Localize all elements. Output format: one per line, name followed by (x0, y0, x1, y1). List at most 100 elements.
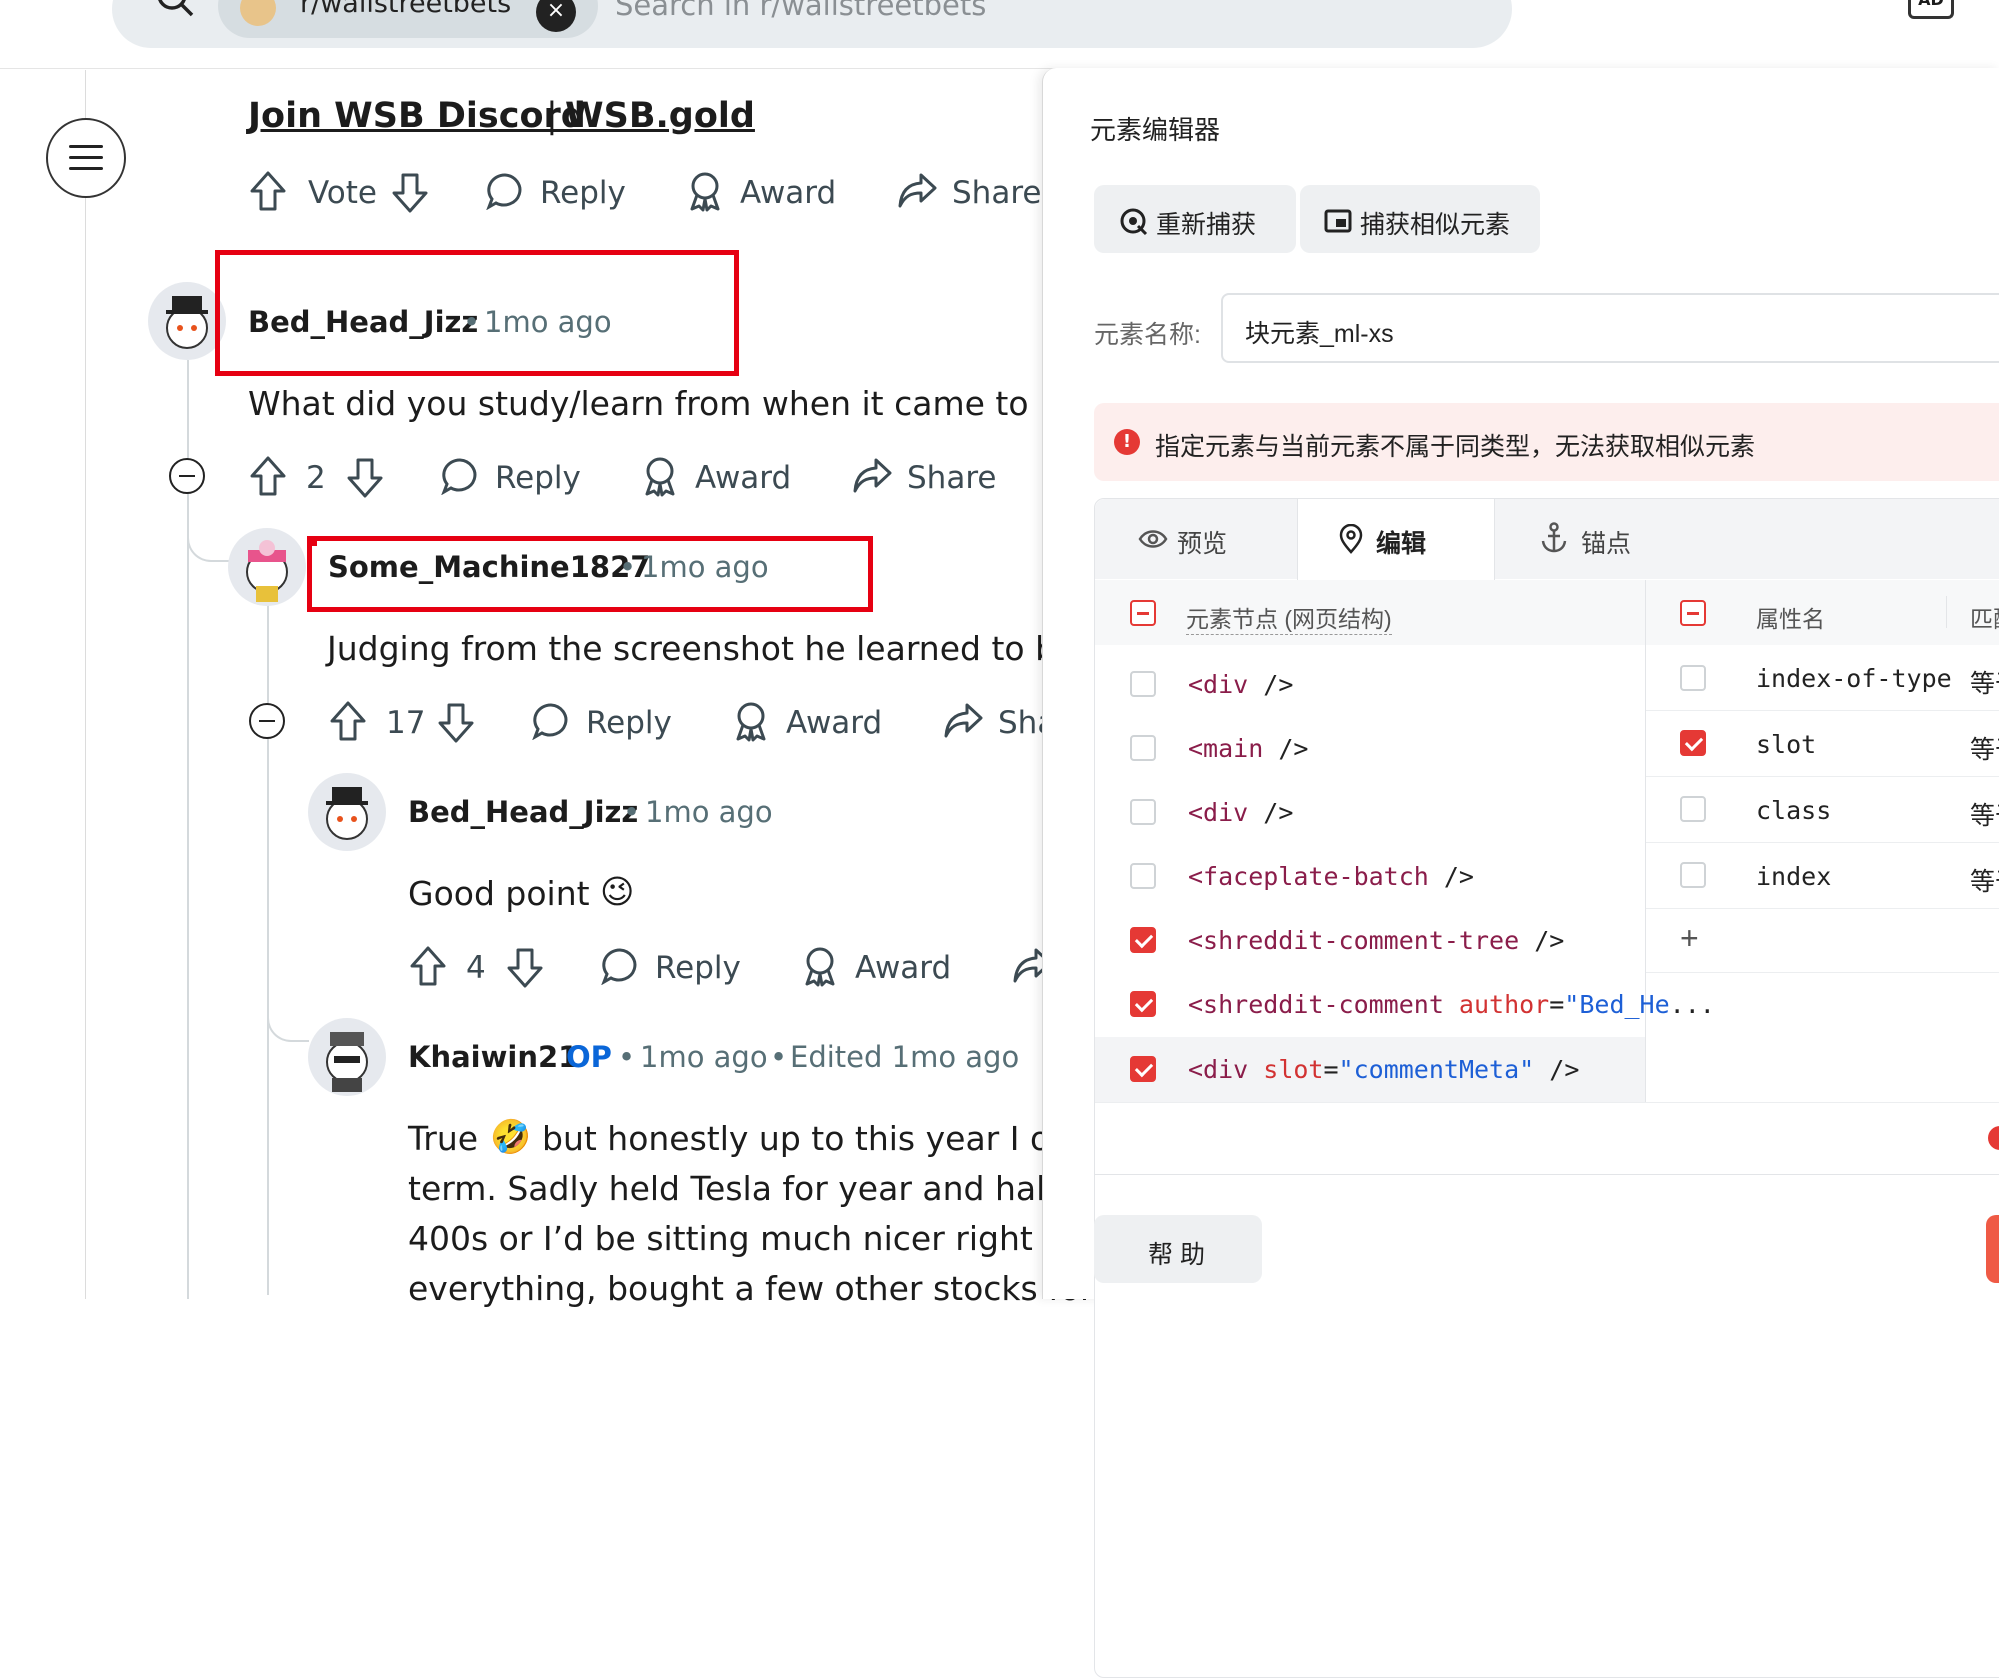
reply-icon[interactable] (532, 702, 570, 740)
attr-match[interactable]: 等于 (1970, 664, 1999, 700)
add-attribute-button[interactable]: + (1680, 920, 1699, 957)
node-checkbox[interactable] (1130, 1056, 1156, 1082)
reply-icon[interactable] (486, 172, 524, 210)
attr-match[interactable]: 等于 (1970, 796, 1999, 832)
attr-match[interactable]: 等于 (1970, 730, 1999, 766)
collapse-button[interactable] (249, 703, 285, 739)
upvote-icon[interactable] (329, 700, 367, 742)
node-checkbox[interactable] (1130, 927, 1156, 953)
node-checkbox[interactable] (1130, 991, 1156, 1017)
node-checkbox[interactable] (1130, 799, 1156, 825)
capture-similar-icon (1324, 209, 1352, 233)
avatar[interactable] (308, 1018, 386, 1096)
node-row[interactable]: <main /> (1188, 734, 1308, 763)
ad-icon[interactable]: AD (1908, 0, 1954, 19)
share-button[interactable]: Share (907, 460, 996, 496)
confirm-button[interactable] (1986, 1215, 1999, 1283)
thread-line[interactable] (187, 360, 189, 1299)
award-button[interactable]: Award (786, 705, 882, 741)
node-row[interactable]: <shreddit-comment author="Bed_He... (1188, 990, 1715, 1019)
node-row[interactable]: <div slot="commentMeta" /> (1188, 1055, 1579, 1084)
node-row[interactable]: <div /> (1188, 798, 1293, 827)
award-icon[interactable] (801, 945, 839, 987)
search-input[interactable]: Search in r/wallstreetbets (615, 0, 986, 22)
share-icon[interactable] (943, 702, 983, 740)
gold-link[interactable]: WSB.gold (565, 96, 755, 136)
upvote-icon[interactable] (249, 455, 287, 497)
panel-title: 元素编辑器 (1090, 115, 1221, 145)
help-label: 帮 助 (1148, 1241, 1205, 1269)
comment-body: 400s or I’d be sitting much nicer right … (408, 1219, 1104, 1258)
meta-dot: • (770, 1040, 788, 1074)
meta-dot: • (623, 795, 641, 829)
avatar[interactable] (308, 773, 386, 851)
award-icon[interactable] (686, 170, 724, 212)
share-icon[interactable] (897, 172, 937, 210)
attr-checkbox[interactable] (1680, 665, 1706, 691)
link-separator: | (546, 96, 558, 136)
upvote-icon[interactable] (409, 945, 447, 987)
eye-icon (1138, 530, 1168, 548)
attr-checkbox[interactable] (1680, 796, 1706, 822)
comment-time[interactable]: 1mo ago (484, 305, 612, 339)
row-divider (1646, 710, 1999, 711)
node-row[interactable]: <shreddit-comment-tree /> (1188, 926, 1564, 955)
attrs-select-all-checkbox[interactable] (1680, 600, 1706, 626)
attr-name: index-of-type (1756, 664, 1952, 693)
comment-time[interactable]: 1mo ago (641, 550, 769, 584)
left-divider (85, 70, 86, 1299)
reply-button[interactable]: Reply (540, 175, 626, 211)
node-checkbox[interactable] (1130, 863, 1156, 889)
nodes-select-all-checkbox[interactable] (1130, 600, 1156, 626)
element-name-label: 元素名称: (1094, 321, 1201, 349)
share-icon[interactable] (852, 457, 892, 495)
node-checkbox[interactable] (1130, 735, 1156, 761)
discord-link[interactable]: Join WSB Discord (248, 96, 586, 136)
row-divider (1646, 842, 1999, 843)
award-icon[interactable] (732, 700, 770, 742)
award-button[interactable]: Award (740, 175, 836, 211)
attr-checkbox[interactable] (1680, 730, 1706, 756)
subreddit-chip-label: r/wallstreetbets (300, 0, 512, 19)
attr-name: slot (1756, 730, 1817, 759)
vote-label: Vote (308, 175, 377, 211)
reply-icon[interactable] (601, 947, 639, 985)
tab-preview[interactable]: 预览 (1177, 524, 1227, 560)
comment-body: everything, bought a few other stocks fo… (408, 1269, 1094, 1308)
downvote-icon[interactable] (437, 702, 475, 744)
search-icon (158, 0, 194, 17)
reply-button[interactable]: Reply (495, 460, 581, 496)
downvote-icon[interactable] (391, 172, 429, 214)
award-button[interactable]: Award (695, 460, 791, 496)
comment-time[interactable]: 1mo ago (645, 795, 773, 829)
anchor-icon (1541, 522, 1567, 553)
attr-checkbox[interactable] (1680, 862, 1706, 888)
tab-edit[interactable]: 编辑 (1376, 524, 1426, 560)
reply-button[interactable]: Reply (586, 705, 672, 741)
comment-author[interactable]: Khaiwin21 (408, 1040, 578, 1074)
reply-icon[interactable] (441, 457, 479, 495)
comment-time[interactable]: 1mo ago (640, 1040, 768, 1074)
match-header: 匹配 (1970, 606, 1999, 632)
reply-button[interactable]: Reply (655, 950, 741, 986)
downvote-icon[interactable] (506, 947, 544, 989)
node-row[interactable]: <faceplate-batch /> (1188, 862, 1474, 891)
tab-anchor[interactable]: 锚点 (1581, 524, 1631, 560)
avatar[interactable] (228, 528, 306, 606)
comment-author[interactable]: Some_Machine1827 (328, 550, 650, 584)
comment-author[interactable]: Bed_Head_Jizz (408, 795, 638, 829)
award-button[interactable]: Award (855, 950, 951, 986)
upvote-icon[interactable] (249, 170, 287, 212)
node-row[interactable]: <div /> (1188, 670, 1293, 699)
share-button[interactable]: Share (952, 175, 1041, 211)
menu-button[interactable] (46, 118, 126, 198)
row-divider (1646, 776, 1999, 777)
collapse-button[interactable] (169, 458, 205, 494)
comment-author[interactable]: Bed_Head_Jizz (248, 305, 478, 339)
meta-dot: • (463, 305, 481, 339)
node-checkbox[interactable] (1130, 671, 1156, 697)
downvote-icon[interactable] (346, 457, 384, 499)
rofl-emoji: 🤣 (490, 1117, 532, 1156)
attr-match[interactable]: 等于 (1970, 862, 1999, 898)
award-icon[interactable] (641, 455, 679, 497)
